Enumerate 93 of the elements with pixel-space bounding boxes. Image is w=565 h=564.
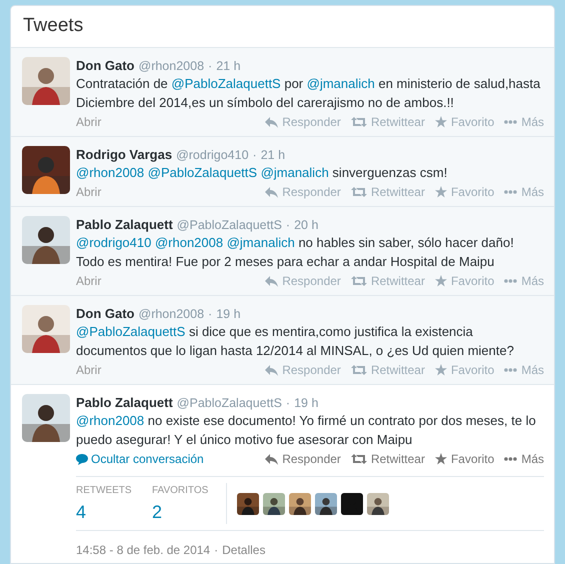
open-link[interactable]: Abrir: [76, 113, 102, 131]
more-button[interactable]: Más: [504, 183, 544, 201]
separator-dot: ·: [252, 147, 257, 164]
mention-link[interactable]: @rhon2008: [76, 165, 148, 180]
more-icon: [504, 190, 518, 194]
panel-title: Tweets: [23, 14, 84, 38]
speech-bubble-icon: [76, 454, 88, 464]
stat-label: RETWEETS: [76, 484, 130, 498]
tweet-text: @rodrigo410 @rhon2008 @jmanalich no hables sin saber, sólo hacer daño! Todo es mentira! Fue por 2 meses para echar a andar Hospital de Maipu: [76, 234, 515, 271]
reply-icon: [265, 116, 278, 128]
retweet-icon: [350, 276, 367, 286]
reply-button[interactable]: Responder: [265, 183, 341, 201]
tweet-time[interactable]: 21 h: [216, 57, 241, 76]
mention-link[interactable]: @PabloZalaquettS: [76, 324, 186, 339]
user-handle[interactable]: @rhon2008: [138, 305, 204, 324]
favorite-button[interactable]: Favorito: [434, 450, 494, 468]
reply-button[interactable]: Responder: [265, 450, 341, 468]
separator-dot: ·: [208, 58, 212, 75]
mention-link[interactable]: @rhon2008: [76, 413, 144, 428]
reply-button[interactable]: Responder: [265, 272, 341, 290]
retweet-button[interactable]: Retwittear: [350, 272, 425, 290]
more-icon: [504, 457, 518, 461]
more-icon: [504, 279, 518, 283]
mention-link[interactable]: @jmanalich: [260, 165, 329, 180]
reply-icon: [265, 364, 278, 376]
more-button[interactable]: Más: [504, 450, 544, 468]
tweet-row[interactable]: [11, 207, 554, 296]
mention-link[interactable]: @jmanalich: [306, 76, 375, 91]
open-link[interactable]: Abrir: [76, 361, 102, 379]
mention-link[interactable]: @rodrigo410: [76, 235, 155, 250]
stat-label: FAVORITOS: [152, 484, 206, 498]
open-link[interactable]: Abrir: [76, 183, 102, 201]
retweet-icon: [350, 187, 367, 197]
favorite-button[interactable]: Favorito: [434, 113, 494, 131]
tweet-text: @rhon2008 no existe ese documento! Yo firmé un contrato por dos meses, te lo puedo asegurar! Y el único motivo fue asesorar con Maipu: [76, 412, 537, 449]
more-button[interactable]: Más: [504, 361, 544, 379]
star-icon: [434, 364, 447, 376]
retweet-button[interactable]: Retwittear: [350, 183, 425, 201]
details-link[interactable]: Detalles: [222, 541, 266, 559]
hide-conversation-link[interactable]: Ocultar conversación: [76, 450, 204, 468]
reply-icon: [265, 186, 278, 198]
star-icon: [434, 275, 447, 287]
separator-dot: ·: [286, 395, 290, 412]
favorite-button[interactable]: Favorito: [434, 183, 494, 201]
tweet-row[interactable]: Rodrigo Vargas @rodrigo410 · 21 h @rhon2008 @PabloZalaquettS @jmanalich sinverguenzas csm! Abrir Responder Retwittear Favorito Más: [11, 137, 554, 207]
retweet-icon: [350, 117, 367, 127]
more-icon: [504, 120, 518, 124]
user-name[interactable]: Pablo Zalaquett: [76, 393, 173, 412]
star-icon: [434, 116, 447, 128]
user-name[interactable]: Don Gato: [76, 56, 134, 76]
more-button[interactable]: Más: [504, 113, 544, 131]
more-button[interactable]: Más: [504, 272, 544, 290]
user-name[interactable]: Don Gato: [76, 304, 134, 324]
tweet-time[interactable]: 19 h: [294, 394, 318, 413]
mention-link[interactable]: @PabloZalaquettS: [171, 76, 281, 91]
tweet-timestamp: 14:58 - 8 de feb. de 2014: [76, 542, 210, 559]
mention-link[interactable]: @PabloZalaquettS: [148, 165, 261, 180]
star-icon: [434, 453, 447, 465]
tweet-time[interactable]: 21 h: [260, 146, 286, 165]
user-name[interactable]: Rodrigo Vargas: [76, 145, 172, 164]
retweet-button[interactable]: Retwittear: [350, 450, 425, 468]
mention-link[interactable]: @rhon2008: [154, 235, 227, 250]
open-link[interactable]: Abrir: [76, 272, 102, 290]
tweet-text: Contratación de @PabloZalaquettS por @jmanalich en ministerio de salud,hasta Diciembre del 2014,es un símbolo del carerajismo no de ambos.!!: [76, 75, 542, 112]
tweet-row[interactable]: [11, 296, 554, 385]
tweet-time[interactable]: 19 h: [216, 305, 241, 324]
reply-button[interactable]: Responder: [265, 113, 341, 131]
user-name[interactable]: Pablo Zalaquett: [76, 215, 173, 234]
separator-dot: ·: [208, 306, 212, 323]
reply-button[interactable]: Responder: [265, 361, 341, 379]
stat-count[interactable]: 2: [152, 500, 206, 524]
retweet-icon: [350, 365, 367, 375]
retweet-icon: [350, 454, 367, 464]
user-handle[interactable]: @rodrigo410: [176, 146, 249, 165]
reply-icon: [265, 454, 278, 464]
mention-link[interactable]: @jmanalich: [226, 235, 295, 250]
retweet-button[interactable]: Retwittear: [350, 361, 425, 379]
separator-dot: ·: [286, 217, 290, 234]
reply-icon: [265, 276, 278, 286]
user-handle[interactable]: @PabloZalaquettS: [176, 394, 282, 413]
tweet-row[interactable]: [11, 48, 554, 137]
tweet-time[interactable]: 20 h: [294, 216, 318, 235]
user-handle[interactable]: @rhon2008: [138, 57, 204, 76]
star-icon: [434, 186, 447, 198]
separator-dot: ·: [214, 542, 218, 559]
tweet-text: @rhon2008 @PabloZalaquettS @jmanalich sinverguenzas csm!: [76, 164, 448, 182]
favorite-button[interactable]: Favorito: [434, 361, 494, 379]
stat-count[interactable]: 4: [76, 500, 130, 524]
retweet-button[interactable]: Retwittear: [350, 113, 425, 131]
more-icon: [504, 368, 518, 372]
favorite-button[interactable]: Favorito: [434, 272, 494, 290]
user-handle[interactable]: @PabloZalaquettS: [176, 216, 282, 235]
tweet-text: @PabloZalaquettS si dice que es mentira,como justifica la existencia documentos que lo ligan hasta 12/2014 al MINSAL, o ¿es Ud quien miente?: [76, 323, 515, 360]
